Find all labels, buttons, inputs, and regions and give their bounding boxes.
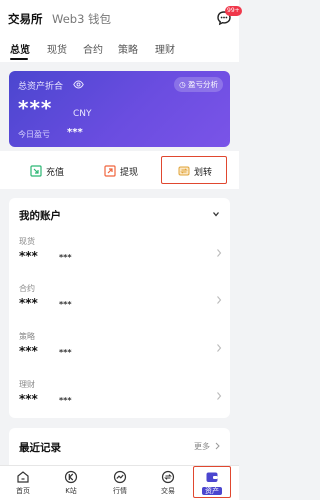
account-value: *** bbox=[19, 344, 38, 358]
deposit-label: 充值 bbox=[46, 167, 65, 178]
nav-home[interactable]: 首页 bbox=[3, 470, 43, 496]
account-value: *** bbox=[19, 392, 38, 406]
withdraw-button[interactable]: 提现 bbox=[104, 162, 138, 180]
nav-kstation-label: K站 bbox=[65, 487, 77, 495]
chevron-right-icon bbox=[217, 296, 222, 304]
exchange-tab[interactable]: 交易所 bbox=[8, 11, 43, 27]
account-row-earn[interactable]: 理财 *** *** bbox=[9, 379, 230, 427]
account-sub-value: *** bbox=[59, 253, 72, 262]
chevron-right-icon[interactable] bbox=[215, 442, 220, 450]
nav-trade[interactable]: 交易 bbox=[148, 470, 188, 496]
nav-trade-label: 交易 bbox=[161, 487, 175, 495]
today-pnl-value: *** bbox=[67, 127, 83, 138]
account-row-futures[interactable]: 合约 *** *** bbox=[9, 283, 230, 331]
web3-wallet-tab[interactable]: Web3 钱包 bbox=[52, 11, 111, 27]
account-row-spot[interactable]: 现货 *** *** bbox=[9, 236, 230, 284]
total-assets-currency: CNY bbox=[73, 109, 92, 119]
tab-spot[interactable]: 现货 bbox=[47, 41, 67, 56]
chevron-right-icon bbox=[217, 392, 222, 400]
account-name: 理财 bbox=[19, 380, 35, 389]
eye-icon[interactable] bbox=[73, 80, 84, 89]
recent-records-title: 最近记录 bbox=[19, 442, 61, 454]
chevron-right-icon bbox=[217, 344, 222, 352]
recent-records-panel: 最近记录 更多 bbox=[9, 428, 230, 468]
my-accounts-title: 我的账户 bbox=[19, 210, 61, 222]
pnl-analysis-icon: ◷ bbox=[179, 80, 186, 89]
assets-nav-highlight bbox=[193, 466, 231, 498]
account-value: *** bbox=[19, 296, 38, 310]
message-badge: 99+ bbox=[225, 6, 242, 16]
account-sub-value: *** bbox=[59, 396, 72, 405]
today-pnl-label: 今日盈亏 bbox=[18, 130, 50, 139]
nav-markets-label: 行情 bbox=[113, 487, 127, 495]
trade-icon bbox=[161, 470, 175, 484]
home-icon bbox=[17, 471, 29, 483]
tab-overview[interactable]: 总览 bbox=[10, 41, 30, 56]
account-name: 合约 bbox=[19, 284, 35, 293]
account-tabs: 总览 现货 合约 策略 理财 bbox=[0, 36, 239, 62]
tab-active-indicator bbox=[10, 58, 28, 60]
chevron-right-icon bbox=[217, 249, 222, 257]
pnl-analysis-button[interactable]: ◷ 盈亏分析 bbox=[174, 77, 223, 92]
tab-earn[interactable]: 理财 bbox=[155, 41, 175, 56]
total-assets-title: 总资产折合 bbox=[18, 82, 64, 92]
withdraw-label: 提现 bbox=[120, 167, 139, 178]
deposit-button[interactable]: 充值 bbox=[30, 162, 64, 180]
nav-home-label: 首页 bbox=[16, 487, 30, 495]
account-value: *** bbox=[19, 249, 38, 263]
account-sub-value: *** bbox=[59, 348, 72, 357]
tab-futures[interactable]: 合约 bbox=[83, 41, 103, 56]
total-assets-amount: *** bbox=[18, 96, 53, 120]
k-station-icon bbox=[64, 470, 78, 484]
tab-strategy[interactable]: 策略 bbox=[118, 41, 138, 56]
withdraw-icon bbox=[104, 165, 116, 177]
account-sub-value: *** bbox=[59, 300, 72, 309]
total-assets-card: 总资产折合 ◷ 盈亏分析 *** CNY 今日盈亏 *** bbox=[9, 71, 230, 147]
account-name: 策略 bbox=[19, 332, 35, 341]
transfer-highlight bbox=[161, 156, 227, 184]
recent-more-link[interactable]: 更多 bbox=[194, 441, 210, 452]
top-header: 交易所 Web3 钱包 99+ bbox=[0, 0, 242, 36]
account-name: 现货 bbox=[19, 237, 35, 246]
nav-markets[interactable]: 行情 bbox=[100, 470, 140, 496]
pnl-analysis-label: 盈亏分析 bbox=[188, 80, 218, 89]
account-row-strategy[interactable]: 策略 *** *** bbox=[9, 331, 230, 379]
chevron-down-icon[interactable] bbox=[212, 210, 220, 218]
markets-icon bbox=[113, 470, 127, 484]
deposit-icon bbox=[30, 165, 42, 177]
nav-kstation[interactable]: K站 bbox=[51, 470, 91, 496]
my-accounts-panel: 我的账户 现货 *** *** 合约 *** *** 策略 *** *** 理财… bbox=[9, 198, 230, 418]
